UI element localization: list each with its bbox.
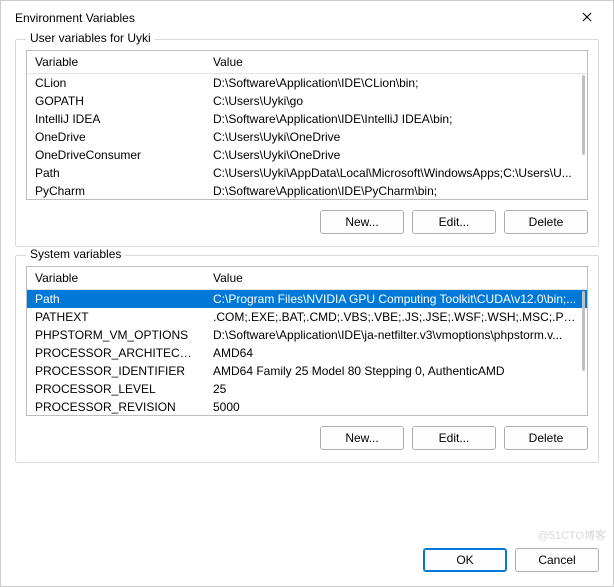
- user-edit-button[interactable]: Edit...: [412, 210, 496, 234]
- cell-value: .COM;.EXE;.BAT;.CMD;.VBS;.VBE;.JS;.JSE;.…: [205, 308, 587, 326]
- table-row[interactable]: PROCESSOR_IDENTIFIERAMD64 Family 25 Mode…: [27, 362, 587, 380]
- user-group-label: User variables for Uyki: [26, 31, 155, 45]
- cell-value: AMD64 Family 25 Model 80 Stepping 0, Aut…: [205, 362, 587, 380]
- cell-value: D:\Software\Application\IDE\CLion\bin;: [205, 74, 587, 93]
- col-variable[interactable]: Variable: [27, 51, 205, 74]
- dialog-footer: OK Cancel: [1, 544, 613, 586]
- cell-variable: OneDriveConsumer: [27, 146, 205, 164]
- scrollbar-indicator[interactable]: [582, 75, 585, 155]
- table-row[interactable]: CLionD:\Software\Application\IDE\CLion\b…: [27, 74, 587, 93]
- cell-variable: Path: [27, 164, 205, 182]
- table-row[interactable]: PROCESSOR_REVISION5000: [27, 398, 587, 415]
- cell-variable: IntelliJ IDEA: [27, 110, 205, 128]
- titlebar: Environment Variables: [1, 1, 613, 33]
- close-icon: [582, 11, 592, 25]
- close-button[interactable]: [571, 7, 603, 29]
- cell-value: 5000: [205, 398, 587, 415]
- cell-variable: PATHEXT: [27, 308, 205, 326]
- table-row[interactable]: OneDriveConsumerC:\Users\Uyki\OneDrive: [27, 146, 587, 164]
- col-value[interactable]: Value: [205, 267, 587, 290]
- table-row[interactable]: PyCharmD:\Software\Application\IDE\PyCha…: [27, 182, 587, 199]
- window-title: Environment Variables: [15, 11, 135, 25]
- cell-value: D:\Software\Application\IDE\IntelliJ IDE…: [205, 110, 587, 128]
- table-row[interactable]: PATHEXT.COM;.EXE;.BAT;.CMD;.VBS;.VBE;.JS…: [27, 308, 587, 326]
- cell-variable: PyCharm: [27, 182, 205, 199]
- cell-variable: Path: [27, 290, 205, 309]
- col-variable[interactable]: Variable: [27, 267, 205, 290]
- cell-value: C:\Users\Uyki\OneDrive: [205, 146, 587, 164]
- system-new-button[interactable]: New...: [320, 426, 404, 450]
- system-variables-table[interactable]: Variable Value PathC:\Program Files\NVID…: [26, 266, 588, 416]
- cell-variable: PROCESSOR_ARCHITECTURE: [27, 344, 205, 362]
- table-row[interactable]: OneDriveC:\Users\Uyki\OneDrive: [27, 128, 587, 146]
- cell-variable: GOPATH: [27, 92, 205, 110]
- cell-value: C:\Users\Uyki\OneDrive: [205, 128, 587, 146]
- cell-variable: CLion: [27, 74, 205, 93]
- system-delete-button[interactable]: Delete: [504, 426, 588, 450]
- table-row[interactable]: PROCESSOR_ARCHITECTUREAMD64: [27, 344, 587, 362]
- system-variables-group: System variables Variable Value PathC:\P…: [15, 255, 599, 463]
- cell-value: D:\Software\Application\IDE\ja-netfilter…: [205, 326, 587, 344]
- cell-value: C:\Users\Uyki\AppData\Local\Microsoft\Wi…: [205, 164, 587, 182]
- user-variables-group: User variables for Uyki Variable Value C…: [15, 39, 599, 247]
- user-variables-table[interactable]: Variable Value CLionD:\Software\Applicat…: [26, 50, 588, 200]
- system-edit-button[interactable]: Edit...: [412, 426, 496, 450]
- system-button-row: New... Edit... Delete: [26, 426, 588, 450]
- cell-value: AMD64: [205, 344, 587, 362]
- cell-value: C:\Users\Uyki\go: [205, 92, 587, 110]
- cell-variable: PROCESSOR_IDENTIFIER: [27, 362, 205, 380]
- table-row[interactable]: IntelliJ IDEAD:\Software\Application\IDE…: [27, 110, 587, 128]
- cell-variable: OneDrive: [27, 128, 205, 146]
- cell-value: 25: [205, 380, 587, 398]
- user-button-row: New... Edit... Delete: [26, 210, 588, 234]
- dialog-content: User variables for Uyki Variable Value C…: [1, 33, 613, 544]
- table-row[interactable]: PathC:\Program Files\NVIDIA GPU Computin…: [27, 290, 587, 309]
- col-value[interactable]: Value: [205, 51, 587, 74]
- cell-value: C:\Program Files\NVIDIA GPU Computing To…: [205, 290, 587, 309]
- user-new-button[interactable]: New...: [320, 210, 404, 234]
- cancel-button[interactable]: Cancel: [515, 548, 599, 572]
- cell-variable: PROCESSOR_LEVEL: [27, 380, 205, 398]
- user-delete-button[interactable]: Delete: [504, 210, 588, 234]
- ok-button[interactable]: OK: [423, 548, 507, 572]
- table-row[interactable]: PathC:\Users\Uyki\AppData\Local\Microsof…: [27, 164, 587, 182]
- cell-variable: PHPSTORM_VM_OPTIONS: [27, 326, 205, 344]
- cell-variable: PROCESSOR_REVISION: [27, 398, 205, 415]
- table-row[interactable]: GOPATHC:\Users\Uyki\go: [27, 92, 587, 110]
- table-row[interactable]: PROCESSOR_LEVEL25: [27, 380, 587, 398]
- scrollbar-indicator[interactable]: [582, 291, 585, 371]
- cell-value: D:\Software\Application\IDE\PyCharm\bin;: [205, 182, 587, 199]
- system-group-label: System variables: [26, 247, 125, 261]
- table-row[interactable]: PHPSTORM_VM_OPTIONSD:\Software\Applicati…: [27, 326, 587, 344]
- env-vars-dialog: Environment Variables User variables for…: [0, 0, 614, 587]
